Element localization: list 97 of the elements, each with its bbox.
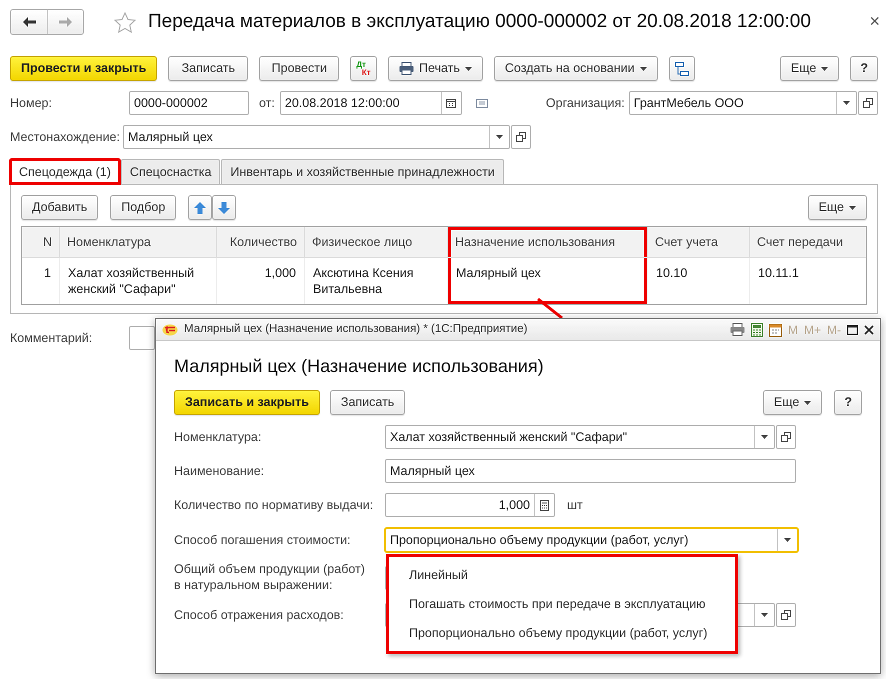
field-label: Комментарий: xyxy=(10,330,94,347)
table-cell: 10.10 xyxy=(647,258,749,304)
open-button[interactable] xyxy=(776,603,796,628)
structure-icon xyxy=(674,62,689,76)
dropdown-field[interactable]: Пропорционально объему продукции (работ, услуг) xyxy=(385,528,798,552)
open-button[interactable] xyxy=(776,425,796,449)
move-up-button[interactable] xyxy=(188,195,212,220)
move-down-button[interactable] xyxy=(212,195,236,220)
button[interactable]: Провести xyxy=(259,56,340,81)
structure-button[interactable] xyxy=(668,56,695,81)
text-field[interactable]: Малярный цех xyxy=(385,459,796,483)
table-cell-text: 1 xyxy=(43,265,52,282)
column-header[interactable]: Назначение использования xyxy=(447,227,647,258)
open-button[interactable] xyxy=(511,125,531,149)
table-cell: Малярный цех xyxy=(447,258,647,304)
column-header[interactable]: Номенклатура xyxy=(59,227,216,258)
field-label: Организация: xyxy=(546,94,625,112)
organization-field[interactable]: ГрантМебель ООО xyxy=(628,91,857,115)
number-field[interactable]: 1,000 xyxy=(385,493,555,517)
caret-icon xyxy=(849,206,856,210)
menu-button[interactable]: Еще xyxy=(780,56,840,81)
table-cell: 10.11.1 xyxy=(749,258,866,304)
tab[interactable]: Инвентарь и хозяйственные принадлежности xyxy=(221,159,504,184)
caret-icon xyxy=(464,66,472,70)
field-label: Способ отражения расходов: xyxy=(174,606,345,624)
table-cell: Аксютина Ксения Витальевна xyxy=(304,258,447,304)
open-form-icon xyxy=(862,98,873,108)
notes-icon[interactable] xyxy=(476,98,488,108)
calculator-icon[interactable] xyxy=(750,322,763,336)
open-button[interactable] xyxy=(858,91,878,115)
open-form-icon xyxy=(781,432,791,442)
caret-icon xyxy=(804,400,812,404)
button[interactable]: Подбор xyxy=(110,195,176,220)
open-form-icon xyxy=(516,132,526,142)
star-icon[interactable] xyxy=(114,12,136,32)
caret-icon xyxy=(761,435,768,439)
list-option[interactable]: Пропорционально объему продукции (работ, услуг) xyxy=(389,618,735,648)
button[interactable]: Записать xyxy=(168,56,248,81)
number-field[interactable]: 0000-000002 xyxy=(129,91,249,115)
field-label: Номенклатура: xyxy=(174,428,262,446)
printer-icon[interactable] xyxy=(730,323,745,336)
menu-button[interactable]: Еще xyxy=(808,195,867,220)
select-field[interactable]: Халат хозяйственный женский "Сафари" xyxy=(385,425,775,449)
left-arrow-icon xyxy=(22,17,36,27)
calendar-icon[interactable] xyxy=(446,98,456,108)
column-header[interactable]: Физическое лицо xyxy=(304,227,447,258)
column-header[interactable]: Количество xyxy=(216,227,304,258)
menu-button[interactable]: Еще xyxy=(762,390,822,415)
debit-credit-button[interactable]: Дт Кт xyxy=(350,56,377,81)
window-title: Передача материалов в эксплуатацию 0000-000002 от 20.08.2018 12:00:00 xyxy=(148,10,811,34)
app-logo-icon xyxy=(162,324,178,336)
primary-button[interactable]: Записать и закрыть xyxy=(174,390,320,415)
print-button[interactable]: Печать xyxy=(388,56,483,81)
field-label: Номер: xyxy=(10,94,53,112)
table-cell: 1,000 xyxy=(216,258,304,304)
column-header[interactable]: Счет передачи xyxy=(749,227,866,258)
close-button[interactable]: × xyxy=(869,8,880,35)
list-option[interactable]: Погашать стоимость при передаче в эксплуатацию xyxy=(389,590,735,618)
field-label: Местонахождение: xyxy=(10,128,120,146)
table-cell: Халат хозяйственный женский "Сафари" xyxy=(59,258,216,304)
caret-icon xyxy=(821,66,828,70)
down-arrow-icon xyxy=(218,202,230,214)
dialog-heading: Малярный цех (Назначение использования) xyxy=(174,355,545,378)
location-field[interactable]: Малярный цех xyxy=(123,125,510,149)
column-header[interactable]: Счет учета xyxy=(647,227,749,258)
field-label: от: xyxy=(259,94,275,112)
menu-button[interactable]: Создать на основании xyxy=(494,56,658,81)
help-button[interactable]: ? xyxy=(850,56,878,81)
tab[interactable]: Спецодежда (1) xyxy=(10,159,120,184)
field-label: Количество по нормативу выдачи: xyxy=(174,496,374,514)
list-option[interactable]: Линейный xyxy=(389,561,735,590)
dialog-title: Малярный цех (Назначение использования) * (1С:Предприятие) xyxy=(184,322,528,337)
calendar-icon[interactable] xyxy=(768,322,782,336)
field-label: Общий объем продукции (работ) в натуральном выражении: xyxy=(174,562,366,594)
date-field[interactable]: 20.08.2018 12:00:00 xyxy=(280,91,462,115)
right-arrow-icon xyxy=(59,17,72,27)
close-icon[interactable] xyxy=(864,324,874,334)
caret-icon xyxy=(640,66,647,70)
tab[interactable]: Спецоснастка xyxy=(120,159,220,184)
help-button[interactable]: ? xyxy=(834,390,862,415)
primary-button[interactable]: Провести и закрыть xyxy=(10,56,158,81)
caret-icon xyxy=(496,135,503,139)
caret-icon xyxy=(842,101,850,105)
comment-field[interactable] xyxy=(129,326,155,350)
up-arrow-icon xyxy=(194,202,206,214)
calculator-icon[interactable] xyxy=(540,500,549,510)
field-label: Наименование: xyxy=(174,462,266,480)
unit-label: шт xyxy=(567,496,583,514)
button[interactable]: Добавить xyxy=(21,195,98,220)
button[interactable]: Записать xyxy=(330,390,406,415)
maximize-icon[interactable] xyxy=(847,324,858,334)
caret-icon xyxy=(761,613,768,618)
column-header[interactable]: N xyxy=(22,227,59,258)
printer-icon xyxy=(398,62,414,75)
caret-icon xyxy=(784,538,791,542)
open-form-icon xyxy=(781,610,791,620)
field-label: Способ погашения стоимости: xyxy=(174,532,352,549)
